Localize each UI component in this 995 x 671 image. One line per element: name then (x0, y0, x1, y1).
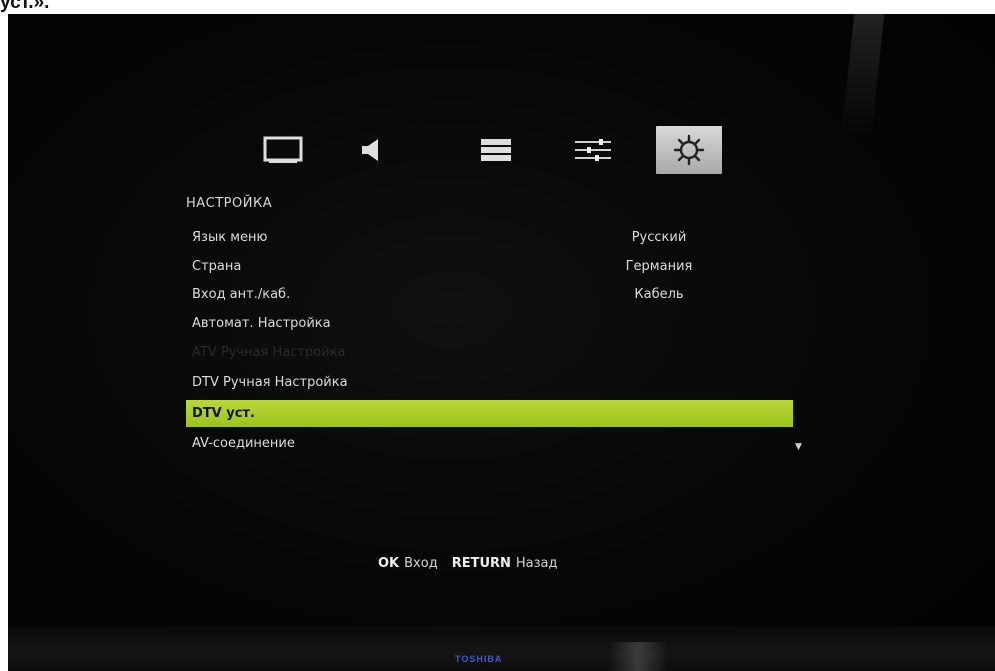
return-action-label: Назад (515, 556, 558, 571)
tab-setup[interactable] (656, 126, 722, 174)
tab-adjust[interactable] (560, 126, 626, 174)
menu-item-label: AV-соединение (192, 436, 295, 451)
speaker-icon (362, 139, 378, 161)
tv-screen: НАСТРОЙКА Язык меню Русский Страна Герма… (8, 14, 995, 671)
menu-title: НАСТРОЙКА (186, 196, 273, 211)
channel-list-icon (481, 139, 511, 161)
menu-item-label: Вход ант./каб. (192, 287, 291, 302)
menu-item-label: Автомат. Настройка (192, 316, 331, 331)
caption-fragment: уст.». (0, 0, 50, 13)
tv-bezel (8, 626, 995, 671)
menu-item-auto-tuning[interactable]: Автомат. Настройка (186, 310, 793, 337)
sliders-icon (575, 139, 611, 161)
menu-item-label: Язык меню (192, 230, 268, 245)
menu-item-country[interactable]: Страна Германия (186, 253, 793, 280)
ok-action-label: Вход (404, 556, 438, 571)
tv-screen-icon (263, 136, 303, 163)
return-key-label: RETURN (451, 556, 511, 571)
menu-item-menu-language[interactable]: Язык меню Русский (186, 224, 793, 251)
brand-logo: TOSHIBA (455, 654, 503, 664)
tab-sound[interactable] (338, 126, 404, 174)
menu-item-value: Русский (631, 230, 687, 245)
menu-item-dtv-settings[interactable]: DTV уст. (186, 400, 793, 427)
menu-item-antenna-cable-input[interactable]: Вход ант./каб. Кабель (186, 281, 793, 308)
bezel-reflection (608, 642, 668, 671)
menu-item-value: Германия (625, 259, 693, 274)
tab-channels[interactable] (463, 126, 529, 174)
menu-item-value: Кабель (634, 287, 684, 302)
menu-item-atv-manual-tuning: ATV Ручная Настройка (186, 339, 793, 366)
scroll-down-indicator[interactable]: ▼ (795, 442, 802, 452)
menu-item-label: DTV уст. (192, 406, 255, 421)
ok-key-label: OK (378, 556, 400, 571)
gear-icon (673, 134, 705, 166)
menu-item-dtv-manual-tuning[interactable]: DTV Ручная Настройка (186, 369, 793, 396)
key-hint-bar: OK Вход RETURN Назад (378, 556, 558, 571)
light-reflection (841, 14, 885, 134)
menu-item-label: ATV Ручная Настройка (192, 345, 346, 360)
menu-item-label: DTV Ручная Настройка (192, 375, 348, 390)
tab-picture[interactable] (250, 126, 316, 174)
menu-item-av-connection[interactable]: AV-соединение (186, 430, 793, 457)
menu-item-label: Страна (192, 259, 242, 274)
